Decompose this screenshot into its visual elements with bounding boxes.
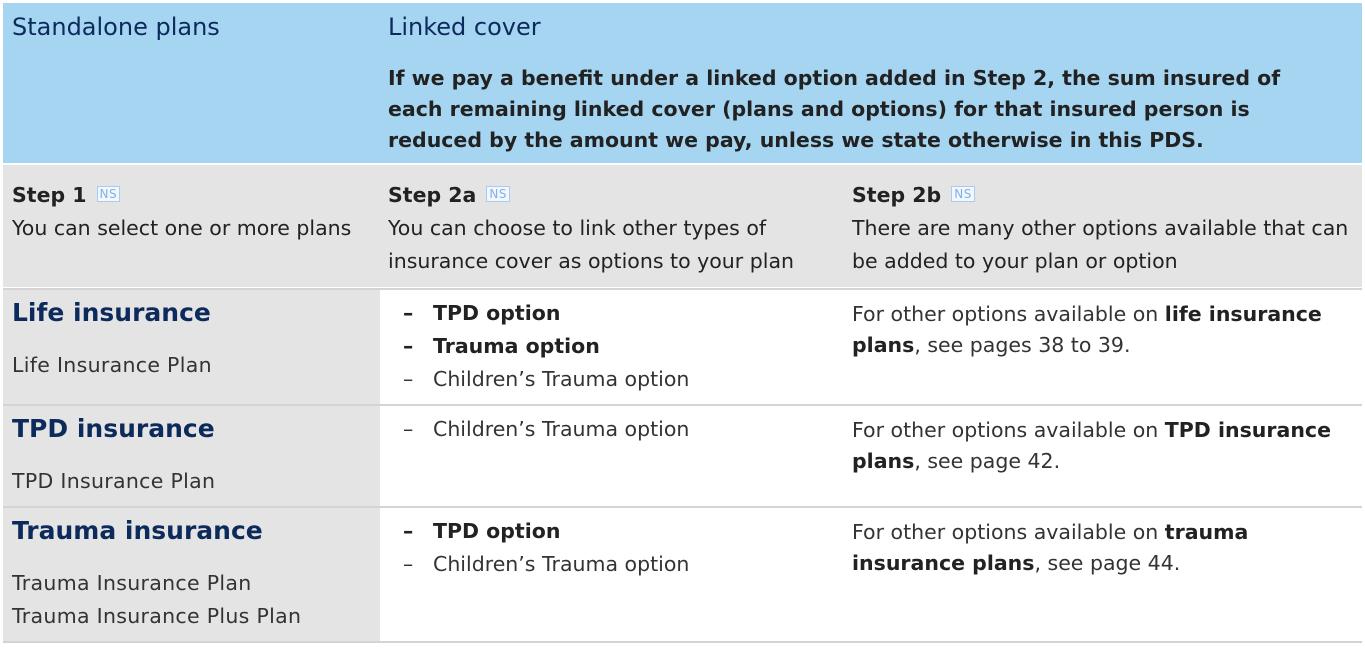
standalone-plans-heading: Standalone plans: [12, 13, 220, 41]
plan-cell: Life insurance Life Insurance Plan: [3, 290, 380, 405]
dash-bullet: –: [403, 334, 414, 358]
plan-cell: TPD insurance TPD Insurance Plan: [3, 406, 380, 507]
plan-name: Trauma Insurance Plan: [12, 571, 252, 595]
list-item: – Children’s Trauma option: [403, 413, 689, 446]
plan-cell: Trauma insurance Trauma Insurance Plan T…: [3, 508, 380, 643]
step-2b-description: There are many other options available t…: [852, 216, 1349, 273]
option-label: Children’s Trauma option: [433, 417, 690, 441]
linked-options-list: – TPD option – Trauma option – Children’s T…: [403, 297, 689, 396]
table-row-trauma: Trauma insurance Trauma Insurance Plan T…: [3, 506, 1362, 643]
ns-badge: NS: [96, 186, 121, 202]
other-options-text: For other options available on trauma in…: [852, 517, 1357, 579]
dash-bullet: –: [403, 519, 414, 543]
option-label: Trauma option: [433, 334, 600, 358]
step-1: Step 1 NS You can select one or more plan…: [12, 179, 372, 245]
other-options-text: For other options available on TPD insur…: [852, 415, 1357, 477]
list-item: – TPD option: [403, 297, 689, 330]
table-header: Standalone plans Linked cover If we pay …: [3, 3, 1362, 163]
plan-title: Life insurance: [12, 298, 211, 327]
table-bottom-border: [3, 641, 1362, 643]
other-text-prefix: For other options available on: [852, 520, 1165, 544]
option-label: TPD option: [433, 519, 561, 543]
steps-row: Step 1 NS You can select one or more plan…: [3, 165, 1362, 287]
linked-options-list: – TPD option – Children’s Trauma option: [403, 515, 689, 581]
other-options-text: For other options available on life insu…: [852, 299, 1357, 361]
step-2b-label: Step 2b: [852, 183, 942, 207]
linked-options-list: – Children’s Trauma option: [403, 413, 689, 446]
option-label: TPD option: [433, 301, 561, 325]
list-item: – Children’s Trauma option: [403, 363, 689, 396]
ns-badge: NS: [486, 186, 510, 202]
step-1-label: Step 1: [12, 183, 87, 207]
step-2a-label: Step 2a: [388, 183, 477, 207]
table-row-tpd: TPD insurance TPD Insurance Plan – Childr…: [3, 404, 1362, 507]
other-text-suffix: , see pages 38 to 39.: [914, 333, 1131, 357]
other-text-suffix: , see page 44.: [1034, 551, 1181, 575]
plan-title: Trauma insurance: [12, 516, 263, 545]
other-text-suffix: , see page 42.: [914, 449, 1061, 473]
other-text-prefix: For other options available on: [852, 302, 1165, 326]
option-label: Children’s Trauma option: [433, 367, 690, 391]
table-row-life: Life insurance Life Insurance Plan – TPD …: [3, 288, 1362, 405]
option-label: Children’s Trauma option: [433, 552, 690, 576]
linked-cover-heading: Linked cover: [388, 13, 541, 41]
plan-name: Life Insurance Plan: [12, 353, 212, 377]
dash-bullet: –: [403, 367, 414, 391]
dash-bullet: –: [403, 301, 414, 325]
dash-bullet: –: [403, 417, 414, 441]
step-2b: Step 2b NS There are many other options a…: [852, 179, 1357, 278]
plan-name: Trauma Insurance Plus Plan: [12, 604, 302, 628]
plan-title: TPD insurance: [12, 414, 215, 443]
dash-bullet: –: [403, 552, 414, 576]
list-item: – Children’s Trauma option: [403, 548, 689, 581]
plan-name: TPD Insurance Plan: [12, 469, 216, 493]
other-text-prefix: For other options available on: [852, 418, 1165, 442]
ns-badge: NS: [951, 186, 975, 202]
list-item: – Trauma option: [403, 330, 689, 363]
list-item: – TPD option: [403, 515, 689, 548]
linked-cover-note: If we pay a benefit under a linked optio…: [388, 66, 1281, 152]
step-2a: Step 2a NS You can choose to link other t…: [388, 179, 808, 278]
step-2a-description: You can choose to link other types of in…: [388, 216, 794, 273]
step-1-description: You can select one or more plans: [12, 216, 352, 240]
